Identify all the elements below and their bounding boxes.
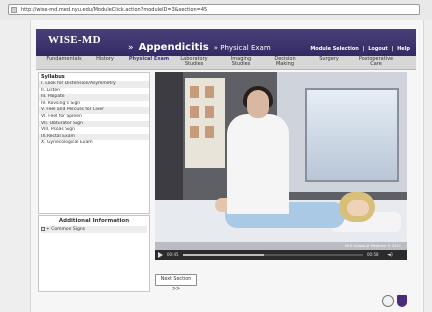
browser-address-bar: http://wise-md.med.nyu.edu/ModuleClick.a… xyxy=(0,0,432,21)
wise-md-logo: WISE-MD xyxy=(48,34,101,46)
syllabus-item[interactable]: V. Feel and Percuss for Liver xyxy=(39,107,149,114)
syllabus-item[interactable]: II. Listen xyxy=(39,88,149,95)
doctor-face xyxy=(247,90,269,118)
help-link[interactable]: Help xyxy=(397,46,410,52)
poster-figure xyxy=(205,106,214,118)
link-separator: | xyxy=(362,46,365,52)
module-name: Appendicitis xyxy=(138,42,209,53)
module-header: WISE-MD » Appendicitis » Physical Exam M… xyxy=(36,29,416,56)
video-scene-wall xyxy=(155,72,183,212)
patient-face xyxy=(347,200,369,216)
site-icon xyxy=(11,7,17,13)
syllabus-item[interactable]: III. Palpate xyxy=(39,94,149,101)
poster-figure xyxy=(205,126,214,138)
poster-figure xyxy=(190,106,199,118)
play-icon[interactable] xyxy=(158,252,163,258)
syllabus-title: Syllabus xyxy=(41,74,65,80)
common-signs-label: + Common Signs xyxy=(46,227,86,232)
syllabus-item[interactable]: X. Gynecological Exam xyxy=(39,140,149,147)
top-links: Module Selection | Logout | Help xyxy=(308,46,410,52)
additional-info-panel: Additional Information + Common Signs xyxy=(38,215,150,292)
seek-bar-fill xyxy=(183,254,264,256)
tab-decision-making[interactable]: Decision Making xyxy=(268,56,302,69)
module-title: » Appendicitis » Physical Exam xyxy=(128,35,271,54)
poster-figure xyxy=(205,86,214,98)
current-time: 00:45 xyxy=(167,252,179,257)
syllabus-item[interactable]: IX.Rectal Exam xyxy=(39,133,149,141)
seal-icon xyxy=(382,295,394,307)
section-name: » Physical Exam xyxy=(213,44,271,52)
tab-physical-exam[interactable]: Physical Exam xyxy=(128,56,170,69)
url-field[interactable]: http://wise-md.med.nyu.edu/ModuleClick.a… xyxy=(8,4,420,15)
shield-icon xyxy=(397,295,407,307)
additional-info-title: Additional Information xyxy=(58,218,130,224)
video-scene-window xyxy=(305,88,399,182)
tab-imaging-studies[interactable]: Imaging Studies xyxy=(224,56,258,69)
poster-figure xyxy=(190,86,199,98)
next-section-button[interactable]: Next Section >> xyxy=(155,274,197,292)
title-arrow: » xyxy=(128,43,134,53)
tab-fundamentals[interactable]: Fundamentals xyxy=(42,56,86,69)
video-caption: NYU School of Medicine © 2011 xyxy=(345,244,401,248)
poster-figure xyxy=(190,126,199,138)
tab-surgery[interactable]: Surgery xyxy=(314,56,344,69)
common-signs-item[interactable]: + Common Signs xyxy=(41,226,147,233)
footer-logos xyxy=(382,295,410,309)
link-separator: | xyxy=(391,46,394,52)
video-scene-poster xyxy=(185,78,225,168)
seek-bar[interactable] xyxy=(183,254,363,256)
syllabus-item[interactable]: VII. Obturator Sign xyxy=(39,120,149,128)
syllabus-item[interactable]: I. Look for Distension/Asymmetry xyxy=(39,81,149,88)
video-controls: 00:45 00:58 ◄) xyxy=(155,250,407,260)
syllabus-item[interactable]: VI. Feel for Spleen xyxy=(39,114,149,121)
url-text: http://wise-md.med.nyu.edu/ModuleClick.a… xyxy=(21,7,208,13)
end-time: 00:58 xyxy=(367,252,379,257)
video-player[interactable]: NYU School of Medicine © 2011 00:45 00:5… xyxy=(155,72,407,260)
module-selection-link[interactable]: Module Selection xyxy=(310,46,359,52)
tab-postoperative-care[interactable]: Postoperative Care xyxy=(354,56,398,69)
logout-link[interactable]: Logout xyxy=(368,46,388,52)
tab-history[interactable]: History xyxy=(90,56,120,69)
module-nav: Fundamentals History Physical Exam Labor… xyxy=(36,56,416,70)
syllabus-list: I. Look for Distension/Asymmetry II. Lis… xyxy=(39,81,149,147)
volume-icon[interactable]: ◄) xyxy=(387,252,393,258)
syllabus-item[interactable]: IV. Rovsing's Sign xyxy=(39,101,149,108)
tab-laboratory-studies[interactable]: Laboratory Studies xyxy=(174,56,214,69)
doctor-figure xyxy=(227,114,289,214)
syllabus-panel: Syllabus I. Look for Distension/Asymmetr… xyxy=(38,72,150,214)
syllabus-item[interactable]: VIII. Psoas Sign xyxy=(39,127,149,134)
expand-icon xyxy=(41,226,45,231)
